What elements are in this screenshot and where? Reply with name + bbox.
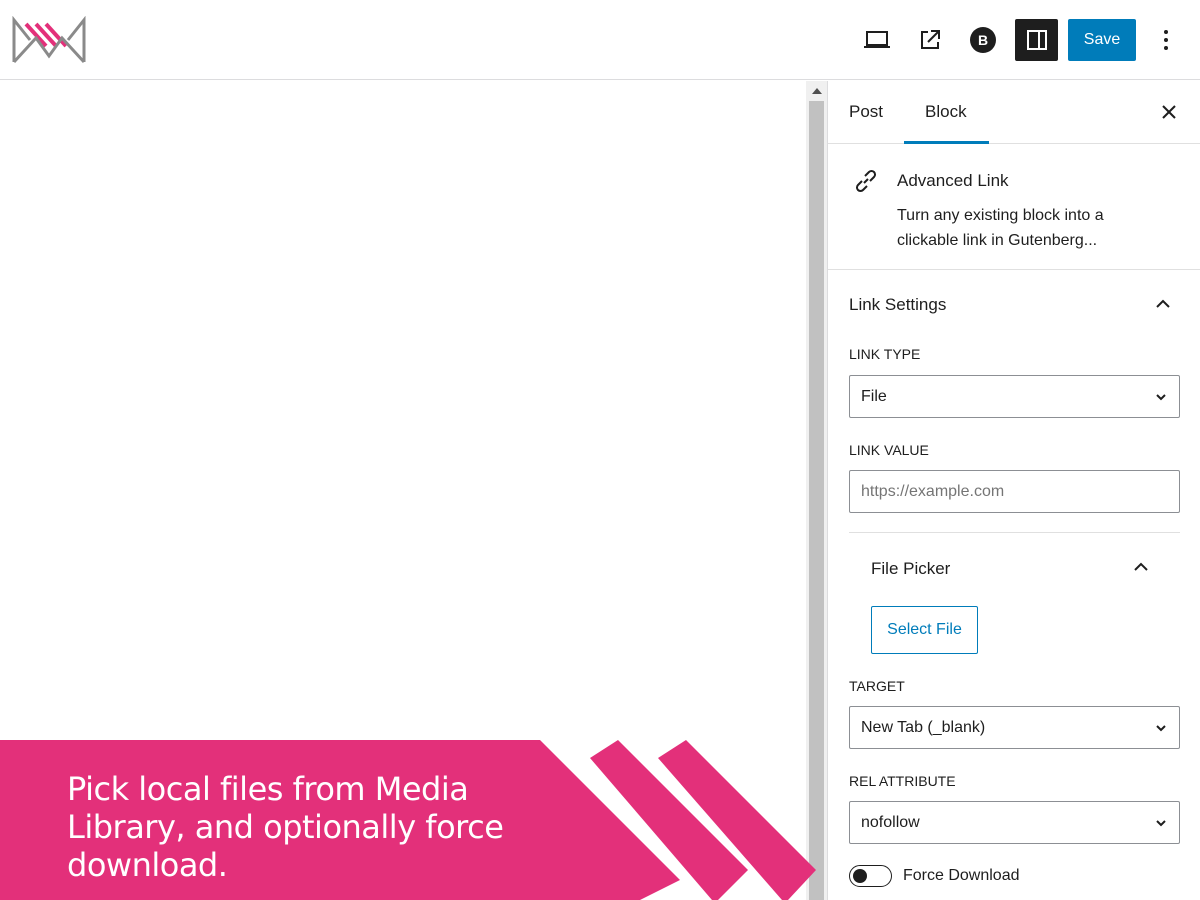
scroll-up-arrow-icon[interactable] <box>806 81 827 101</box>
svg-text:B: B <box>978 32 988 48</box>
chevron-down-icon <box>1156 394 1166 401</box>
kebab-menu-icon[interactable] <box>1150 20 1182 60</box>
settings-sidebar: Post Block Advanced Link Turn any existi… <box>827 81 1200 900</box>
target-select[interactable]: New Tab (_blank) <box>849 706 1180 749</box>
banner-text: Pick local files from Media Library, and… <box>67 770 504 884</box>
chevron-up-icon <box>1153 293 1173 313</box>
file-picker-title[interactable]: File Picker <box>871 559 950 579</box>
link-icon <box>852 167 880 195</box>
block-title: Advanced Link <box>897 171 1009 190</box>
chevron-down-icon <box>1156 725 1166 732</box>
link-settings-panel-toggle[interactable]: Link Settings <box>828 271 1200 339</box>
toggle-knob <box>853 869 867 883</box>
force-download-toggle[interactable] <box>849 865 892 887</box>
rel-attribute-value: nofollow <box>861 814 920 831</box>
scroll-thumb[interactable] <box>809 101 824 900</box>
external-link-icon[interactable] <box>910 20 950 60</box>
panel-title: Link Settings <box>849 295 947 314</box>
link-value-input[interactable] <box>849 470 1180 513</box>
canvas-scrollbar[interactable] <box>806 81 827 900</box>
target-label: TARGET <box>849 678 905 694</box>
tab-post[interactable]: Post <box>849 81 883 144</box>
laptop-icon[interactable] <box>857 20 897 60</box>
sidebar-toggle-button[interactable] <box>1015 19 1058 61</box>
active-tab-indicator <box>904 141 989 144</box>
b-circle-icon[interactable]: B <box>963 20 1003 60</box>
target-value: New Tab (_blank) <box>861 719 986 736</box>
block-description: Turn any existing block into a clickable… <box>897 207 1104 249</box>
close-icon[interactable] <box>1154 97 1184 127</box>
select-file-button[interactable]: Select File <box>871 606 978 654</box>
site-logo[interactable] <box>12 15 86 66</box>
rel-attribute-label: REL ATTRIBUTE <box>849 773 956 789</box>
link-type-label: LINK TYPE <box>849 346 921 362</box>
link-type-select[interactable]: File <box>849 375 1180 418</box>
top-toolbar: B Save <box>0 0 1200 80</box>
rel-attribute-select[interactable]: nofollow <box>849 801 1180 844</box>
sidebar-icon <box>1026 30 1047 50</box>
save-button[interactable]: Save <box>1068 19 1136 61</box>
divider <box>849 532 1180 533</box>
chevron-up-icon[interactable] <box>1131 556 1151 576</box>
chevron-down-icon <box>1156 820 1166 827</box>
sidebar-tabs: Post Block <box>828 81 1200 144</box>
block-card: Advanced Link Turn any existing block in… <box>828 145 1200 270</box>
tab-block[interactable]: Block <box>925 81 967 144</box>
force-download-label: Force Download <box>903 867 1020 884</box>
link-value-label: LINK VALUE <box>849 442 929 458</box>
link-type-value: File <box>861 388 887 405</box>
